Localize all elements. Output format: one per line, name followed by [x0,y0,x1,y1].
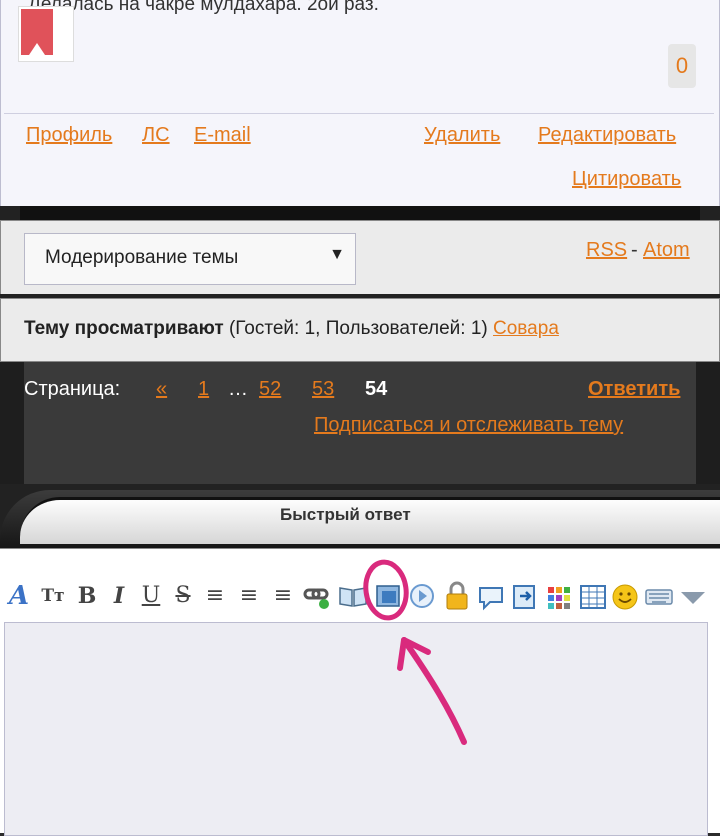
viewer-user-link[interactable]: Совара [493,318,559,339]
rss-link[interactable]: RSS [586,239,627,262]
color-grid-icon[interactable] [544,580,574,612]
bookmark-icon[interactable] [18,6,74,62]
post-rating[interactable]: 0 [668,44,696,88]
table-icon[interactable] [578,580,608,612]
pager-ellipsis: … [228,378,248,400]
profile-link[interactable]: Профиль [26,124,112,147]
pager-page-1[interactable]: 1 [198,378,209,401]
bold-icon[interactable]: B [72,580,102,612]
quote-link[interactable]: Цитировать [572,168,681,191]
email-link[interactable]: E-mail [194,124,251,147]
viewers-text: Тему просматривают (Гостей: 1, Пользоват… [24,318,559,340]
quick-reply-title: Быстрый ответ [280,505,411,524]
more-arrow-icon[interactable] [678,580,708,612]
book-icon[interactable] [338,580,368,612]
speech-bubble-icon[interactable] [476,580,506,612]
chevron-down-icon: ▼ [329,246,345,263]
pager-page-53[interactable]: 53 [312,378,334,401]
align-right-icon[interactable]: ≡ [268,580,298,612]
moderation-select[interactable]: Модерирование темы ▼ [24,233,356,285]
link-icon[interactable] [302,580,332,612]
atom-link[interactable]: Atom [643,239,690,262]
post-text: Делалась на чакре мулдахара. 2ой раз. [28,0,379,15]
align-center-icon[interactable]: ≡ [234,580,264,612]
post-divider [4,113,714,114]
font-size-icon[interactable]: Tт [38,580,68,612]
align-left-icon[interactable]: ≡ [200,580,230,612]
strikethrough-icon[interactable]: S [168,580,198,612]
smiley-icon[interactable] [610,580,640,612]
media-icon[interactable] [408,580,438,612]
moderation-select-value: Модерирование темы [45,247,239,268]
divider-strip [0,206,720,220]
pager-current: 54 [365,378,388,400]
pager-page-52[interactable]: 52 [259,378,281,401]
italic-icon[interactable]: I [104,580,134,612]
keyboard-icon[interactable] [644,580,674,612]
edit-link[interactable]: Редактировать [538,124,676,147]
viewers-label: Тему просматривают [24,318,224,339]
pager-label: Страница: [24,378,121,400]
underline-icon[interactable]: U [136,580,166,612]
feed-separator: - [631,239,638,261]
delete-link[interactable]: Удалить [424,124,500,147]
lock-icon[interactable] [442,580,472,612]
subscribe-link[interactable]: Подписаться и отслеживать тему [314,414,623,437]
viewers-counts: (Гостей: 1, Пользователей: 1) [228,318,488,339]
code-icon[interactable] [510,580,540,612]
pm-link[interactable]: ЛС [142,124,170,147]
reply-link[interactable]: Ответить [588,378,680,401]
pager-prev[interactable]: « [156,378,167,401]
font-color-icon[interactable]: A [4,580,34,612]
image-icon[interactable] [374,580,404,612]
reply-textarea[interactable] [4,622,708,836]
